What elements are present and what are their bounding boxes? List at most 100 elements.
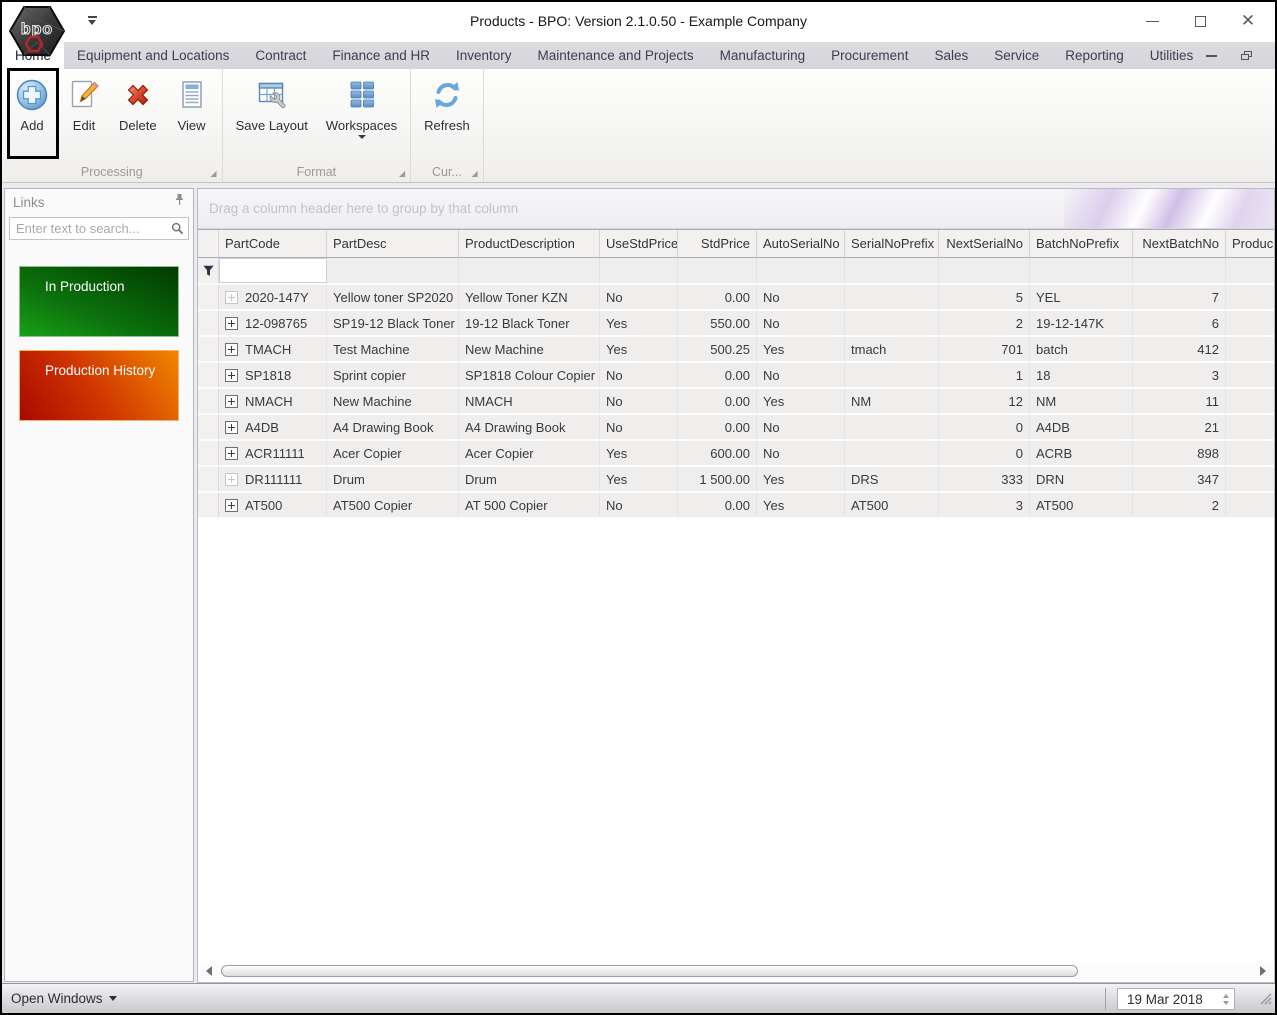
grid-cell-stdprice[interactable]: 500.25 <box>678 337 757 361</box>
expand-icon[interactable] <box>225 394 238 408</box>
grid-cell-partcode[interactable]: 2020-147Y <box>219 285 327 309</box>
grid-cell-stdprice[interactable]: 0.00 <box>678 493 757 517</box>
filter-cell-partdesc[interactable] <box>327 258 459 283</box>
tab-sales[interactable]: Sales <box>921 42 981 69</box>
expand-icon[interactable] <box>225 446 238 460</box>
view-button[interactable]: View <box>168 73 216 135</box>
grid-cell-batchnoprefix[interactable]: 18 <box>1030 363 1133 387</box>
table-row-acr11111[interactable]: ACR11111 Acer Copier Acer Copier Yes 600.00 N… <box>198 441 1274 467</box>
filter-cell-serialnoprefix[interactable] <box>845 258 939 283</box>
filter-cell-produc[interactable] <box>1226 258 1274 283</box>
group-by-panel[interactable]: Drag a column header here to group by th… <box>198 189 1274 229</box>
grid-cell-serialnoprefix[interactable]: NM <box>845 389 939 413</box>
grid-cell-productdescription[interactable]: A4 Drawing Book <box>459 415 600 439</box>
grid-cell-stdprice[interactable]: 0.00 <box>678 285 757 309</box>
dialog-launcher-icon[interactable]: ◢ <box>472 169 478 178</box>
link-in-production[interactable]: In Production <box>19 266 179 337</box>
grid-cell-partdesc[interactable]: Acer Copier <box>327 441 459 465</box>
edit-button[interactable]: Edit <box>60 73 108 135</box>
grid-cell-stdprice[interactable]: 1 500.00 <box>678 467 757 491</box>
grid-cell-autoserialno[interactable]: No <box>757 441 845 465</box>
minimize-button[interactable] <box>1141 10 1163 32</box>
tab-contract[interactable]: Contract <box>242 42 319 69</box>
grid-cell-batchnoprefix[interactable]: A4DB <box>1030 415 1133 439</box>
grid-cell-usestdprice[interactable]: No <box>600 389 678 413</box>
table-row-at500[interactable]: AT500 AT500 Copier AT 500 Copier No 0.00 Yes A… <box>198 493 1274 519</box>
grid-cell-batchnoprefix[interactable]: batch <box>1030 337 1133 361</box>
grid-cell-nextbatchno[interactable]: 6 <box>1133 311 1226 335</box>
grid-cell-partcode[interactable]: DR111111 <box>219 467 327 491</box>
grid-cell-nextbatchno[interactable]: 898 <box>1133 441 1226 465</box>
tab-manufacturing[interactable]: Manufacturing <box>707 42 819 69</box>
grid-cell-usestdprice[interactable]: Yes <box>600 467 678 491</box>
expand-icon[interactable] <box>225 316 238 330</box>
grid-cell-partdesc[interactable]: Yellow toner SP2020 <box>327 285 459 309</box>
column-header-partcode[interactable]: PartCode <box>219 230 327 257</box>
grid-cell-partdesc[interactable]: New Machine <box>327 389 459 413</box>
grid-cell-produc[interactable] <box>1226 493 1274 517</box>
column-header-serialnoprefix[interactable]: SerialNoPrefix <box>845 230 939 257</box>
search-input[interactable] <box>9 217 189 240</box>
refresh-button[interactable]: Refresh <box>417 73 477 135</box>
grid-cell-nextserialno[interactable]: 0 <box>939 441 1030 465</box>
close-button[interactable]: ✕ <box>1237 10 1259 32</box>
tab-service[interactable]: Service <box>981 42 1052 69</box>
grid-cell-batchnoprefix[interactable]: YEL <box>1030 285 1133 309</box>
delete-button[interactable]: Delete <box>112 73 164 135</box>
column-header-nextbatchno[interactable]: NextBatchNo <box>1133 230 1226 257</box>
maximize-button[interactable] <box>1189 10 1211 32</box>
filter-cell-nextserialno[interactable] <box>939 258 1030 283</box>
grid-cell-usestdprice[interactable]: Yes <box>600 337 678 361</box>
column-header-usestdprice[interactable]: UseStdPrice <box>600 230 678 257</box>
expand-icon[interactable] <box>225 420 238 434</box>
grid-cell-stdprice[interactable]: 0.00 <box>678 363 757 387</box>
date-picker[interactable]: 19 Mar 2018 <box>1117 988 1235 1010</box>
grid-cell-serialnoprefix[interactable] <box>845 363 939 387</box>
column-header-partdesc[interactable]: PartDesc <box>327 230 459 257</box>
grid-cell-nextserialno[interactable]: 12 <box>939 389 1030 413</box>
filter-cell-autoserialno[interactable] <box>757 258 845 283</box>
grid-cell-productdescription[interactable]: Acer Copier <box>459 441 600 465</box>
bpo-logo-icon[interactable]: bpo <box>8 6 66 61</box>
grid-cell-serialnoprefix[interactable] <box>845 285 939 309</box>
grid-cell-partdesc[interactable]: AT500 Copier <box>327 493 459 517</box>
grid-cell-produc[interactable] <box>1226 415 1274 439</box>
grid-cell-nextserialno[interactable]: 3 <box>939 493 1030 517</box>
grid-cell-productdescription[interactable]: Yellow Toner KZN <box>459 285 600 309</box>
grid-cell-productdescription[interactable]: New Machine <box>459 337 600 361</box>
grid-cell-partdesc[interactable]: A4 Drawing Book <box>327 415 459 439</box>
grid-cell-nextbatchno[interactable]: 21 <box>1133 415 1226 439</box>
grid-cell-nextbatchno[interactable]: 11 <box>1133 389 1226 413</box>
mdi-minimize-button[interactable] <box>1206 54 1218 57</box>
table-row-2020-147y[interactable]: 2020-147Y Yellow toner SP2020 Yellow Toner… <box>198 285 1274 311</box>
filter-cell-nextbatchno[interactable] <box>1133 258 1226 283</box>
grid-cell-nextbatchno[interactable]: 3 <box>1133 363 1226 387</box>
expand-icon[interactable] <box>225 290 238 304</box>
grid-cell-partcode[interactable]: TMACH <box>219 337 327 361</box>
link-production-history[interactable]: Production History <box>19 350 179 421</box>
grid-cell-batchnoprefix[interactable]: ACRB <box>1030 441 1133 465</box>
grid-cell-productdescription[interactable]: Drum <box>459 467 600 491</box>
grid-cell-produc[interactable] <box>1226 441 1274 465</box>
grid-cell-serialnoprefix[interactable] <box>845 441 939 465</box>
grid-cell-produc[interactable] <box>1226 285 1274 309</box>
grid-cell-serialnoprefix[interactable] <box>845 311 939 335</box>
table-row-tmach[interactable]: TMACH Test Machine New Machine Yes 500.25 Yes… <box>198 337 1274 363</box>
grid-cell-partcode[interactable]: SP1818 <box>219 363 327 387</box>
grid-cell-stdprice[interactable]: 550.00 <box>678 311 757 335</box>
horizontal-scrollbar[interactable] <box>199 964 1273 979</box>
table-row-12-098765[interactable]: 12-098765 SP19-12 Black Toner 19-12 Black … <box>198 311 1274 337</box>
expand-icon[interactable] <box>225 472 238 486</box>
grid-cell-autoserialno[interactable]: Yes <box>757 493 845 517</box>
table-row-nmach[interactable]: NMACH New Machine NMACH No 0.00 Yes NM 12 NM 11 <box>198 389 1274 415</box>
grid-cell-serialnoprefix[interactable]: AT500 <box>845 493 939 517</box>
filter-cell-productdescription[interactable] <box>459 258 600 283</box>
workspaces-button[interactable]: Workspaces <box>319 73 404 141</box>
grid-cell-nextbatchno[interactable]: 2 <box>1133 493 1226 517</box>
grid-cell-partcode[interactable]: 12-098765 <box>219 311 327 335</box>
grid-cell-produc[interactable] <box>1226 337 1274 361</box>
grid-cell-partcode[interactable]: NMACH <box>219 389 327 413</box>
filter-cell-batchnoprefix[interactable] <box>1030 258 1133 283</box>
grid-cell-partcode[interactable]: ACR11111 <box>219 441 327 465</box>
column-header-stdprice[interactable]: StdPrice <box>678 230 757 257</box>
